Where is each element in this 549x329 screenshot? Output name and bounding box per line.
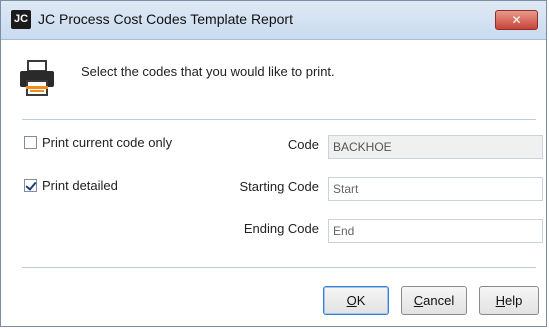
checkbox-label: Print current code only [42, 135, 173, 150]
code-field[interactable]: BACKHOE [328, 135, 543, 159]
checkbox-label: Print detailed [42, 178, 118, 193]
code-label: Code [287, 137, 319, 152]
separator [22, 267, 536, 268]
ending-code-label: Ending Code [243, 221, 319, 236]
ok-button[interactable]: OK [323, 286, 389, 315]
cancel-button[interactable]: Cancel [401, 286, 467, 315]
ending-code-input[interactable]: End [328, 219, 543, 243]
starting-code-label: Starting Code [239, 179, 320, 194]
separator [22, 119, 536, 120]
print-current-code-only-checkbox[interactable]: Print current code only [24, 135, 172, 150]
close-icon: ✕ [511, 13, 522, 27]
instruction-text: Select the codes that you would like to … [81, 64, 335, 79]
close-button[interactable]: ✕ [495, 10, 538, 30]
checkbox-box[interactable] [24, 136, 37, 149]
mnemonic: H [495, 293, 506, 308]
help-button[interactable]: Help [479, 286, 539, 315]
mnemonic: C [413, 293, 424, 308]
starting-code-input[interactable]: Start [328, 177, 543, 201]
button-label: elp [505, 293, 523, 308]
window-title: JC Process Cost Codes Template Report [38, 11, 293, 27]
checkbox-box[interactable] [24, 179, 37, 192]
title-bar[interactable]: JC JC Process Cost Codes Template Report… [1, 1, 546, 40]
button-label: ancel [423, 293, 455, 308]
button-label: K [356, 293, 366, 308]
print-detailed-checkbox[interactable]: Print detailed [24, 178, 118, 193]
printer-icon [20, 60, 54, 96]
report-dialog: JC JC Process Cost Codes Template Report… [0, 0, 547, 327]
app-badge-icon: JC [11, 10, 31, 29]
mnemonic: O [346, 293, 357, 308]
